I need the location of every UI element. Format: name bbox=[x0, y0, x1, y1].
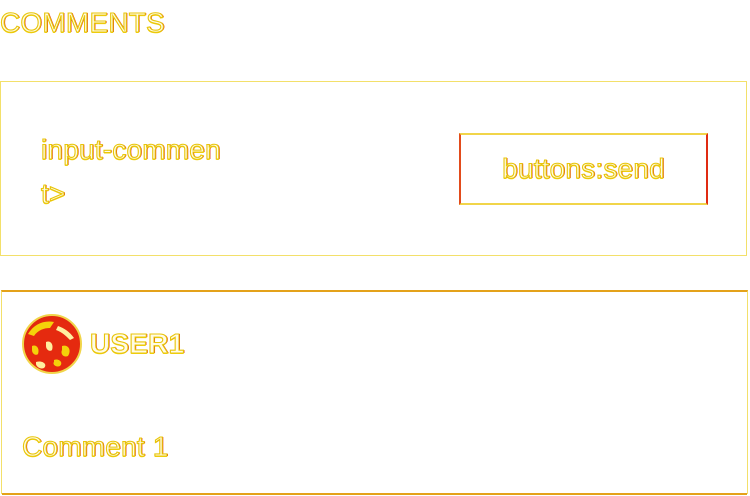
comment-body: Comment 1 bbox=[21, 430, 169, 462]
avatar-pattern-icon bbox=[28, 321, 74, 369]
user-avatar-icon[interactable] bbox=[22, 314, 82, 374]
comment-compose-box: input-comment> buttons:send bbox=[0, 81, 747, 256]
page-title: COMMENTS bbox=[0, 6, 165, 38]
comment-input[interactable]: input-comment> bbox=[40, 128, 221, 216]
comment-header: USER1 bbox=[22, 314, 185, 374]
comment-username: USER1 bbox=[89, 327, 185, 359]
comment-card: USER1 Comment 1 bbox=[1, 290, 748, 495]
send-button[interactable]: buttons:send bbox=[459, 133, 708, 205]
